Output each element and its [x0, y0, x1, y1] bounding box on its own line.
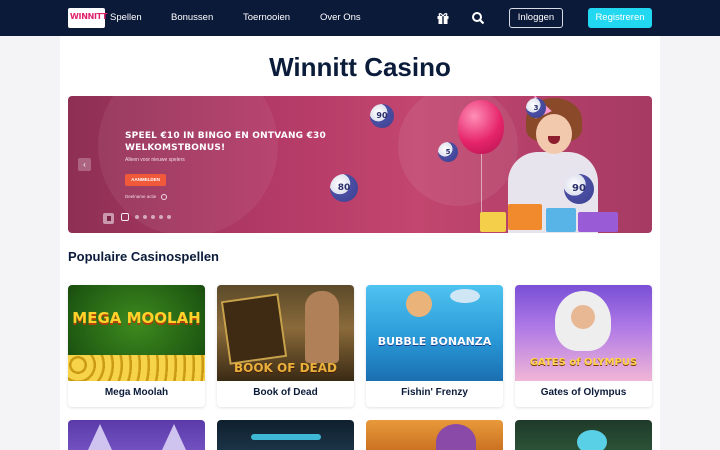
gift-box-image — [578, 212, 618, 232]
bingo-ball: 5 — [438, 142, 458, 162]
game-card-fishin-frenzy[interactable]: BUBBLE BONANZA Fishin' Frenzy — [366, 285, 503, 407]
gem-image — [577, 430, 607, 450]
game-logo: BOOK OF DEAD — [233, 361, 337, 375]
nav-over-ons[interactable]: Over Ons — [320, 12, 361, 23]
game-thumbnail: BUBBLE BONANZA — [366, 285, 503, 381]
bingo-ball: 80 — [330, 174, 358, 202]
carousel-dot[interactable] — [159, 215, 163, 219]
carousel-dot[interactable] — [151, 215, 155, 219]
top-navigation-bar: WINNITT Spellen Bonussen Toernooien Over… — [0, 0, 720, 36]
balloon-string — [481, 154, 482, 214]
bingo-ball: 90 — [564, 174, 594, 204]
register-button[interactable]: Registreren — [588, 8, 652, 28]
nav-bonussen[interactable]: Bonussen — [171, 12, 213, 23]
game-logo: BUBBLE BONANZA — [377, 335, 492, 348]
carousel-dot-active[interactable] — [121, 213, 129, 221]
zeus-face — [571, 305, 595, 329]
carousel-dot[interactable] — [135, 215, 139, 219]
nav-toernooien[interactable]: Toernooien — [243, 12, 290, 23]
gift-icon[interactable] — [436, 11, 450, 25]
info-icon[interactable] — [161, 194, 167, 200]
game-thumbnail: MEGA MOOLAH — [68, 285, 205, 381]
bingo-ball: 3 — [526, 98, 546, 118]
gift-box-image — [480, 212, 506, 232]
game-thumbnail: BOOK OF DEAD — [217, 285, 354, 381]
game-logo: GATES of OLYMPUS — [529, 357, 638, 368]
section-title: Populaire Casinospellen — [68, 249, 219, 264]
wolf-image — [162, 424, 186, 450]
game-title: Book of Dead — [253, 387, 318, 398]
carousel-prev-button[interactable]: ‹ — [78, 158, 91, 171]
signup-button[interactable]: AANMELDEN — [125, 174, 166, 186]
terms-link[interactable]: Deelname actie — [125, 194, 156, 199]
game-logo: MEGA MOOLAH — [72, 309, 201, 327]
gift-box-image — [508, 204, 542, 230]
wolf-image — [88, 424, 112, 450]
carousel-dot[interactable] — [143, 215, 147, 219]
game-title: Mega Moolah — [104, 387, 169, 398]
search-icon[interactable] — [471, 11, 485, 25]
explorer-image — [305, 291, 339, 363]
winnitt-logo[interactable]: WINNITT — [68, 8, 107, 28]
carousel-dot[interactable] — [167, 215, 171, 219]
banner-headline: SPEEL €10 IN BINGO EN ONTVANG €30 WELKOM… — [125, 131, 326, 153]
game-logo-image — [251, 434, 321, 440]
game-card[interactable] — [217, 420, 354, 450]
game-card-gates-of-olympus[interactable]: GATES of OLYMPUS Gates of Olympus — [515, 285, 652, 407]
fish-image — [450, 289, 480, 303]
game-title: Fishin' Frenzy — [401, 387, 468, 398]
gift-box-image — [546, 208, 576, 232]
game-thumbnail: GATES of OLYMPUS — [515, 285, 652, 381]
game-title: Gates of Olympus — [540, 387, 627, 398]
carousel-pause-button[interactable] — [103, 213, 114, 224]
promo-banner[interactable]: 90 80 90 3 5 ‹ SPEEL €10 IN BINGO EN ONT… — [68, 96, 652, 233]
coin-pile-image — [68, 355, 205, 381]
game-card-mega-moolah[interactable]: MEGA MOOLAH Mega Moolah — [68, 285, 205, 407]
fisherman-image — [406, 291, 432, 317]
animal-image — [436, 424, 476, 450]
nav-spellen[interactable]: Spellen — [110, 12, 142, 23]
page-title: Winnitt Casino — [269, 52, 451, 82]
banner-subtext: Alleen voor nieuwe spelers — [125, 157, 185, 163]
book-image — [220, 293, 288, 365]
game-card-book-of-dead[interactable]: BOOK OF DEAD Book of Dead — [217, 285, 354, 407]
balloon-image — [458, 100, 504, 154]
game-card[interactable] — [68, 420, 205, 450]
bingo-ball: 90 — [370, 104, 394, 128]
person-face — [536, 114, 572, 154]
login-button[interactable]: Inloggen — [509, 8, 563, 28]
game-card[interactable] — [366, 420, 503, 450]
game-card[interactable] — [515, 420, 652, 450]
